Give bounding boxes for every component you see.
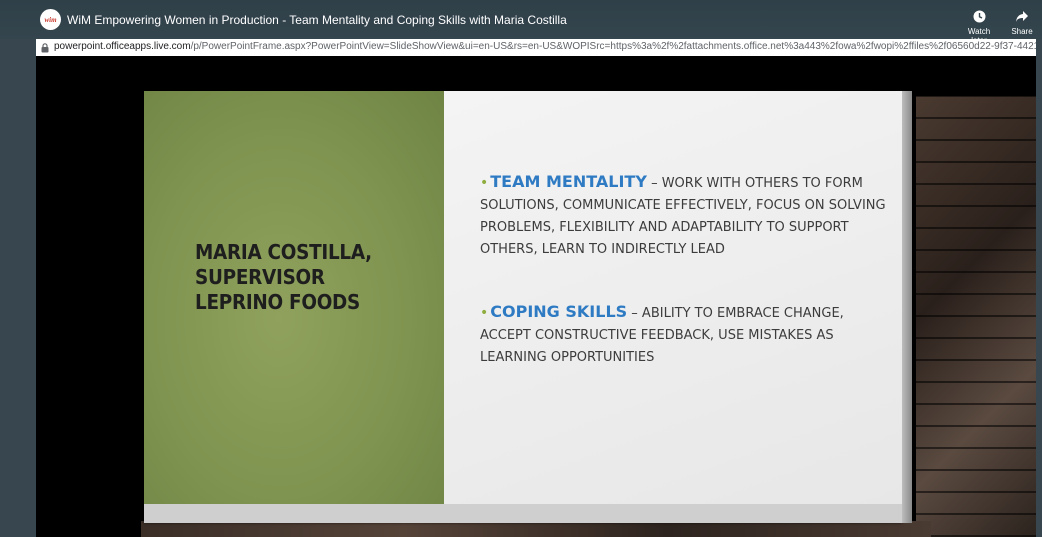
bullet-term: COPING SKILLS bbox=[490, 302, 628, 321]
video-player-top-bar: wim WiM Empowering Women in Production -… bbox=[0, 0, 1042, 45]
url-domain: powerpoint.officeapps.live.com bbox=[54, 41, 191, 52]
address-bar[interactable]: powerpoint.officeapps.live.com/p/PowerPo… bbox=[36, 39, 1036, 56]
share-label: Share bbox=[1011, 27, 1033, 36]
presentation-slide[interactable]: MARIA COSTILLA, SUPERVISOR LEPRINO FOODS… bbox=[144, 91, 912, 523]
bullet-dot-icon: • bbox=[480, 175, 489, 191]
lock-icon bbox=[41, 43, 49, 53]
clock-icon bbox=[973, 10, 985, 23]
video-title[interactable]: WiM Empowering Women in Production - Tea… bbox=[67, 13, 567, 27]
speaker-company: LEPRINO FOODS bbox=[195, 290, 361, 314]
brick-wall-background bbox=[916, 96, 1036, 537]
bullet-term: TEAM MENTALITY bbox=[490, 172, 647, 191]
bullet-dot-icon: • bbox=[480, 305, 489, 321]
share-arrow-icon bbox=[1016, 11, 1028, 22]
speaker-name: MARIA COSTILLA, bbox=[195, 240, 372, 264]
share-button[interactable]: Share bbox=[1002, 10, 1042, 36]
slide-green-panel: MARIA COSTILLA, SUPERVISOR LEPRINO FOODS bbox=[144, 91, 444, 504]
slide-edge-shadow bbox=[902, 91, 912, 523]
speaker-name-block: MARIA COSTILLA, SUPERVISOR LEPRINO FOODS bbox=[195, 240, 416, 315]
url-path: /p/PowerPointFrame.aspx?PowerPointView=S… bbox=[190, 41, 1036, 52]
channel-logo-icon[interactable]: wim bbox=[40, 9, 61, 30]
slide-footer-strip bbox=[144, 504, 902, 523]
bullet-coping-skills: • COPING SKILLS – ABILITY TO EMBRACE CHAN… bbox=[480, 301, 890, 369]
slideshow-frame[interactable]: MARIA COSTILLA, SUPERVISOR LEPRINO FOODS… bbox=[36, 56, 1036, 537]
url-text[interactable]: powerpoint.officeapps.live.com/p/PowerPo… bbox=[54, 41, 1036, 52]
speaker-role: SUPERVISOR bbox=[195, 265, 325, 289]
bullet-team-mentality: • TEAM MENTALITY – WORK WITH OTHERS TO FO… bbox=[480, 171, 890, 261]
brick-wall-background-bottom bbox=[141, 521, 931, 537]
slide-content-panel: • TEAM MENTALITY – WORK WITH OTHERS TO FO… bbox=[444, 91, 902, 504]
